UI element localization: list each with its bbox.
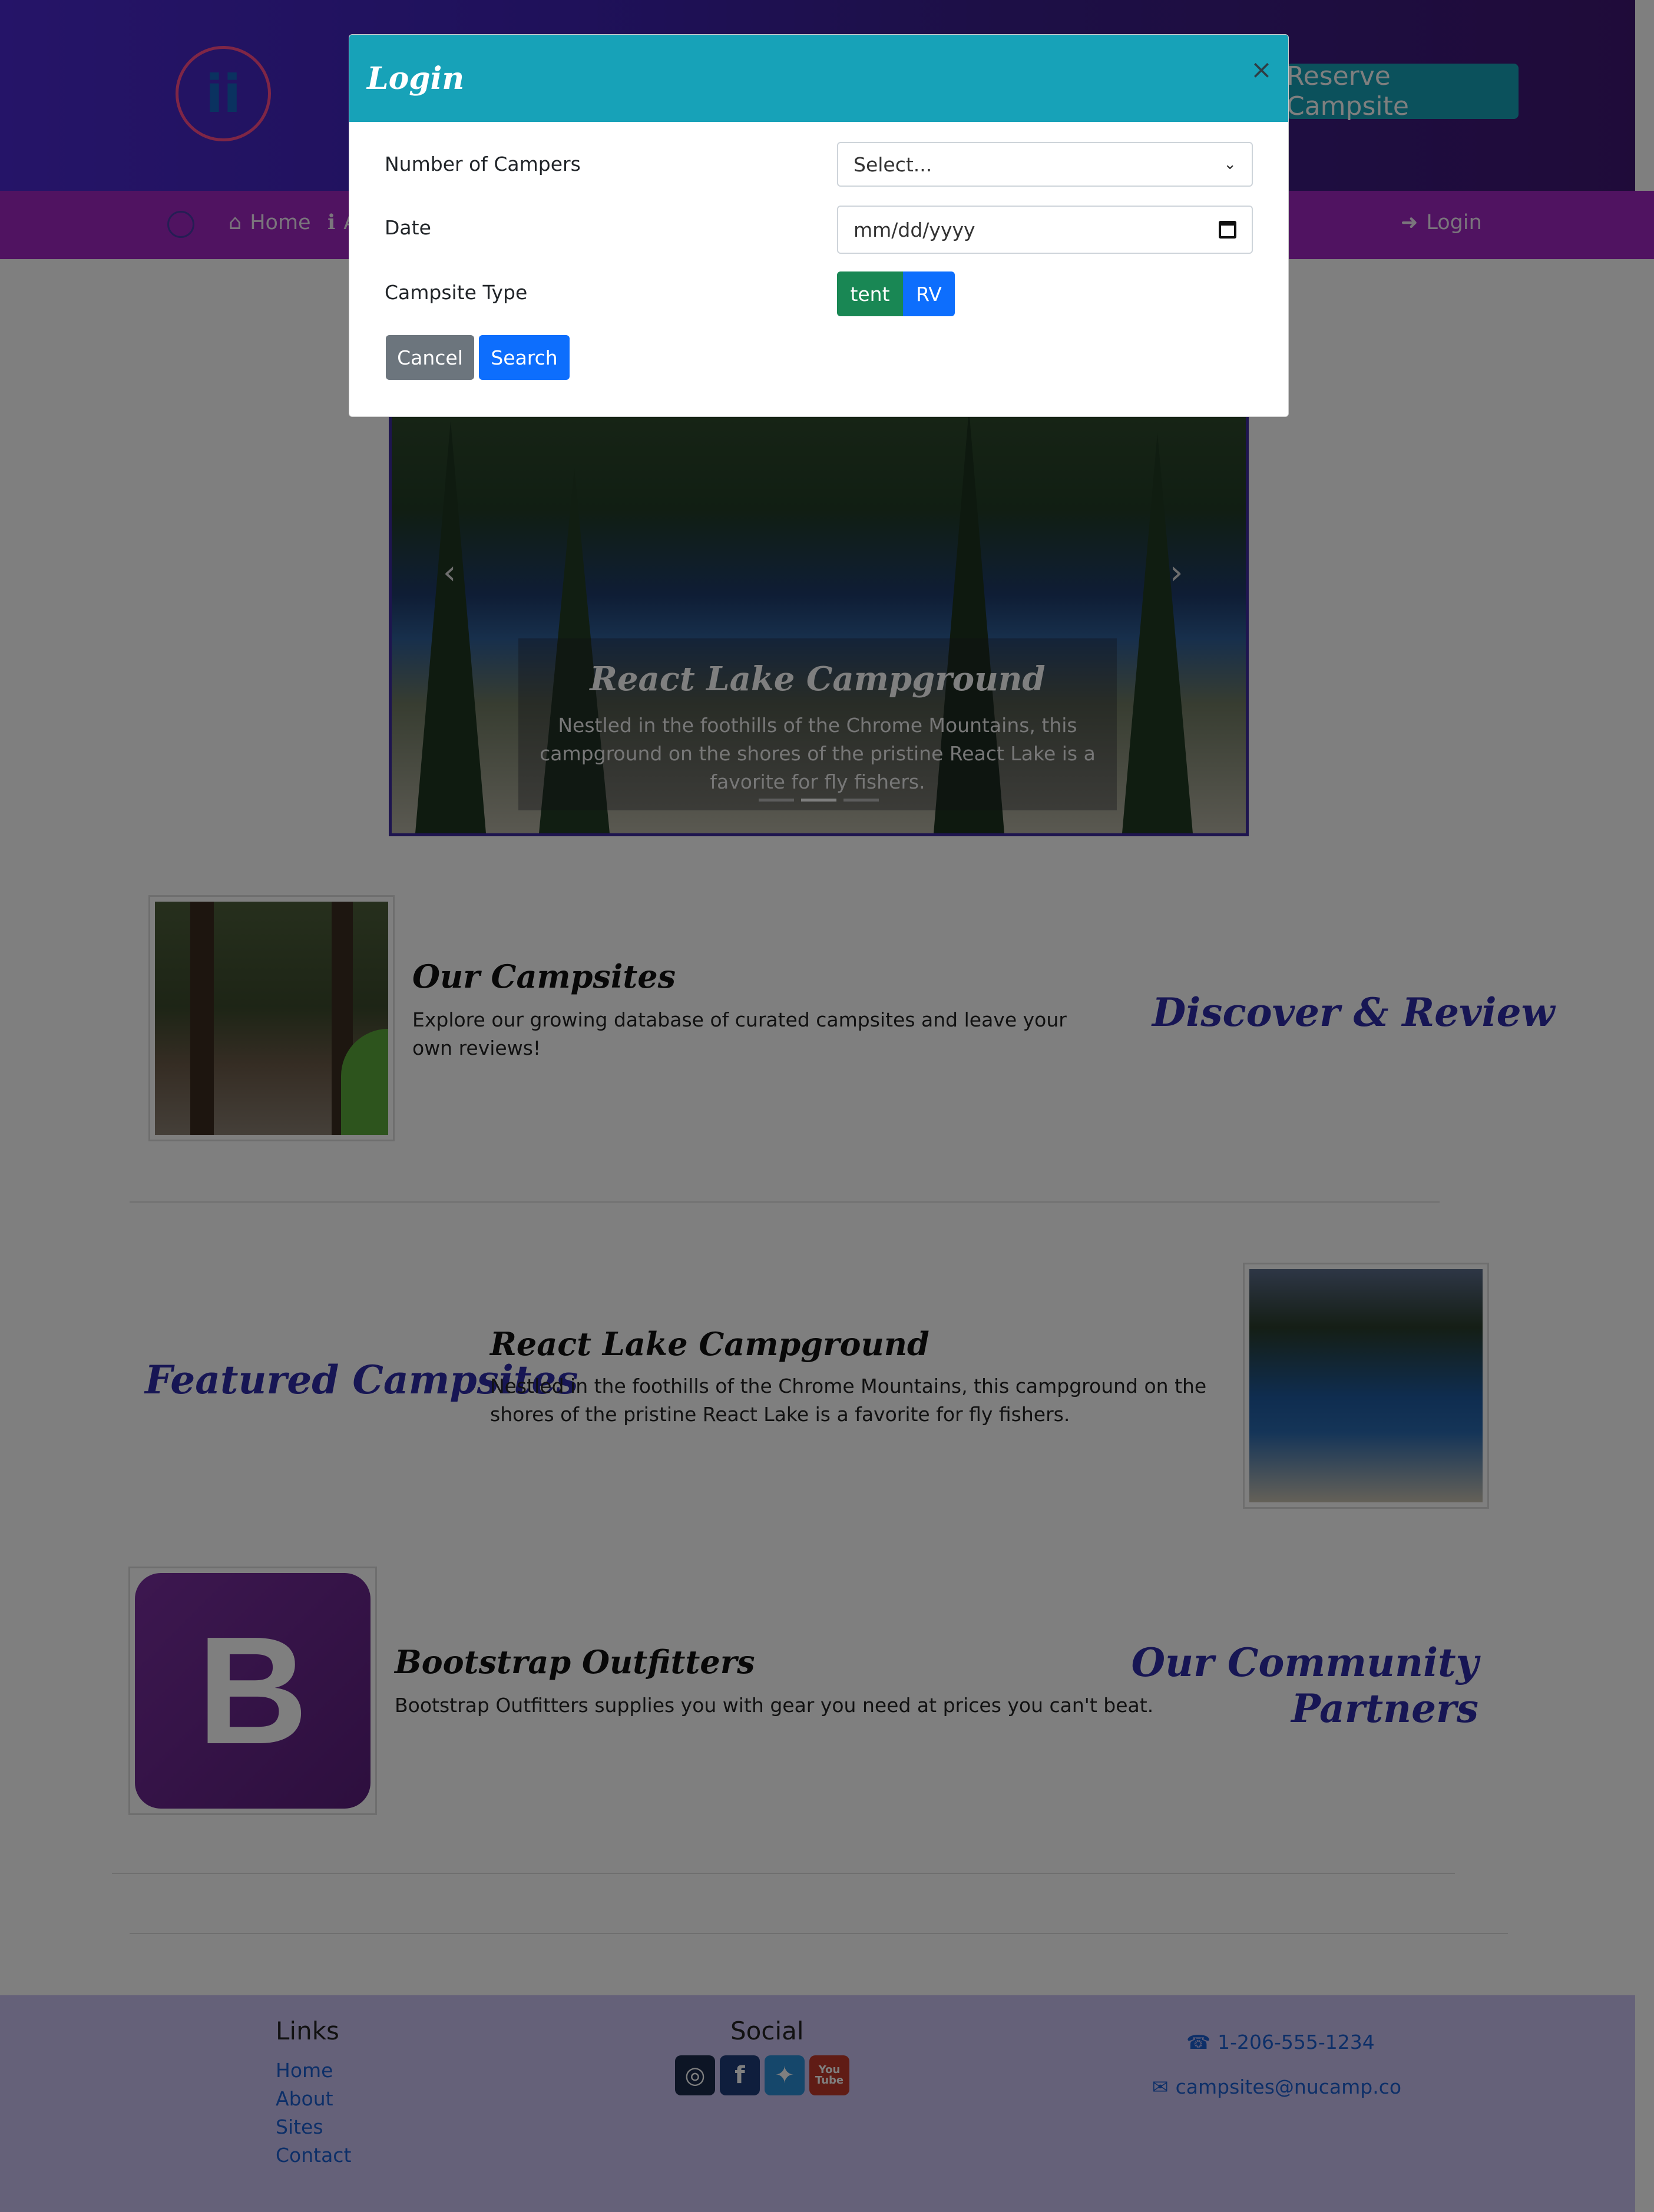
tent-toggle-button[interactable]: tent xyxy=(837,271,903,316)
rv-toggle-button[interactable]: RV xyxy=(903,271,955,316)
date-input-placeholder: mm/dd/yyyy xyxy=(854,218,975,241)
chevron-down-icon: ⌄ xyxy=(1223,155,1236,173)
date-input[interactable]: mm/dd/yyyy xyxy=(837,206,1253,254)
cancel-button[interactable]: Cancel xyxy=(386,335,474,380)
modal-title: Login xyxy=(367,61,465,97)
close-icon[interactable]: × xyxy=(1251,55,1272,85)
campsite-type-label: Campsite Type xyxy=(385,281,528,304)
login-modal: Login × Number of Campers Select... ⌄ Da… xyxy=(349,34,1289,417)
calendar-icon[interactable] xyxy=(1219,221,1236,239)
date-label: Date xyxy=(385,216,431,239)
campers-label: Number of Campers xyxy=(385,153,581,175)
modal-header xyxy=(349,35,1288,122)
search-button[interactable]: Search xyxy=(479,335,570,380)
campers-select-value: Select... xyxy=(854,153,932,176)
campers-select[interactable]: Select... ⌄ xyxy=(837,142,1253,187)
